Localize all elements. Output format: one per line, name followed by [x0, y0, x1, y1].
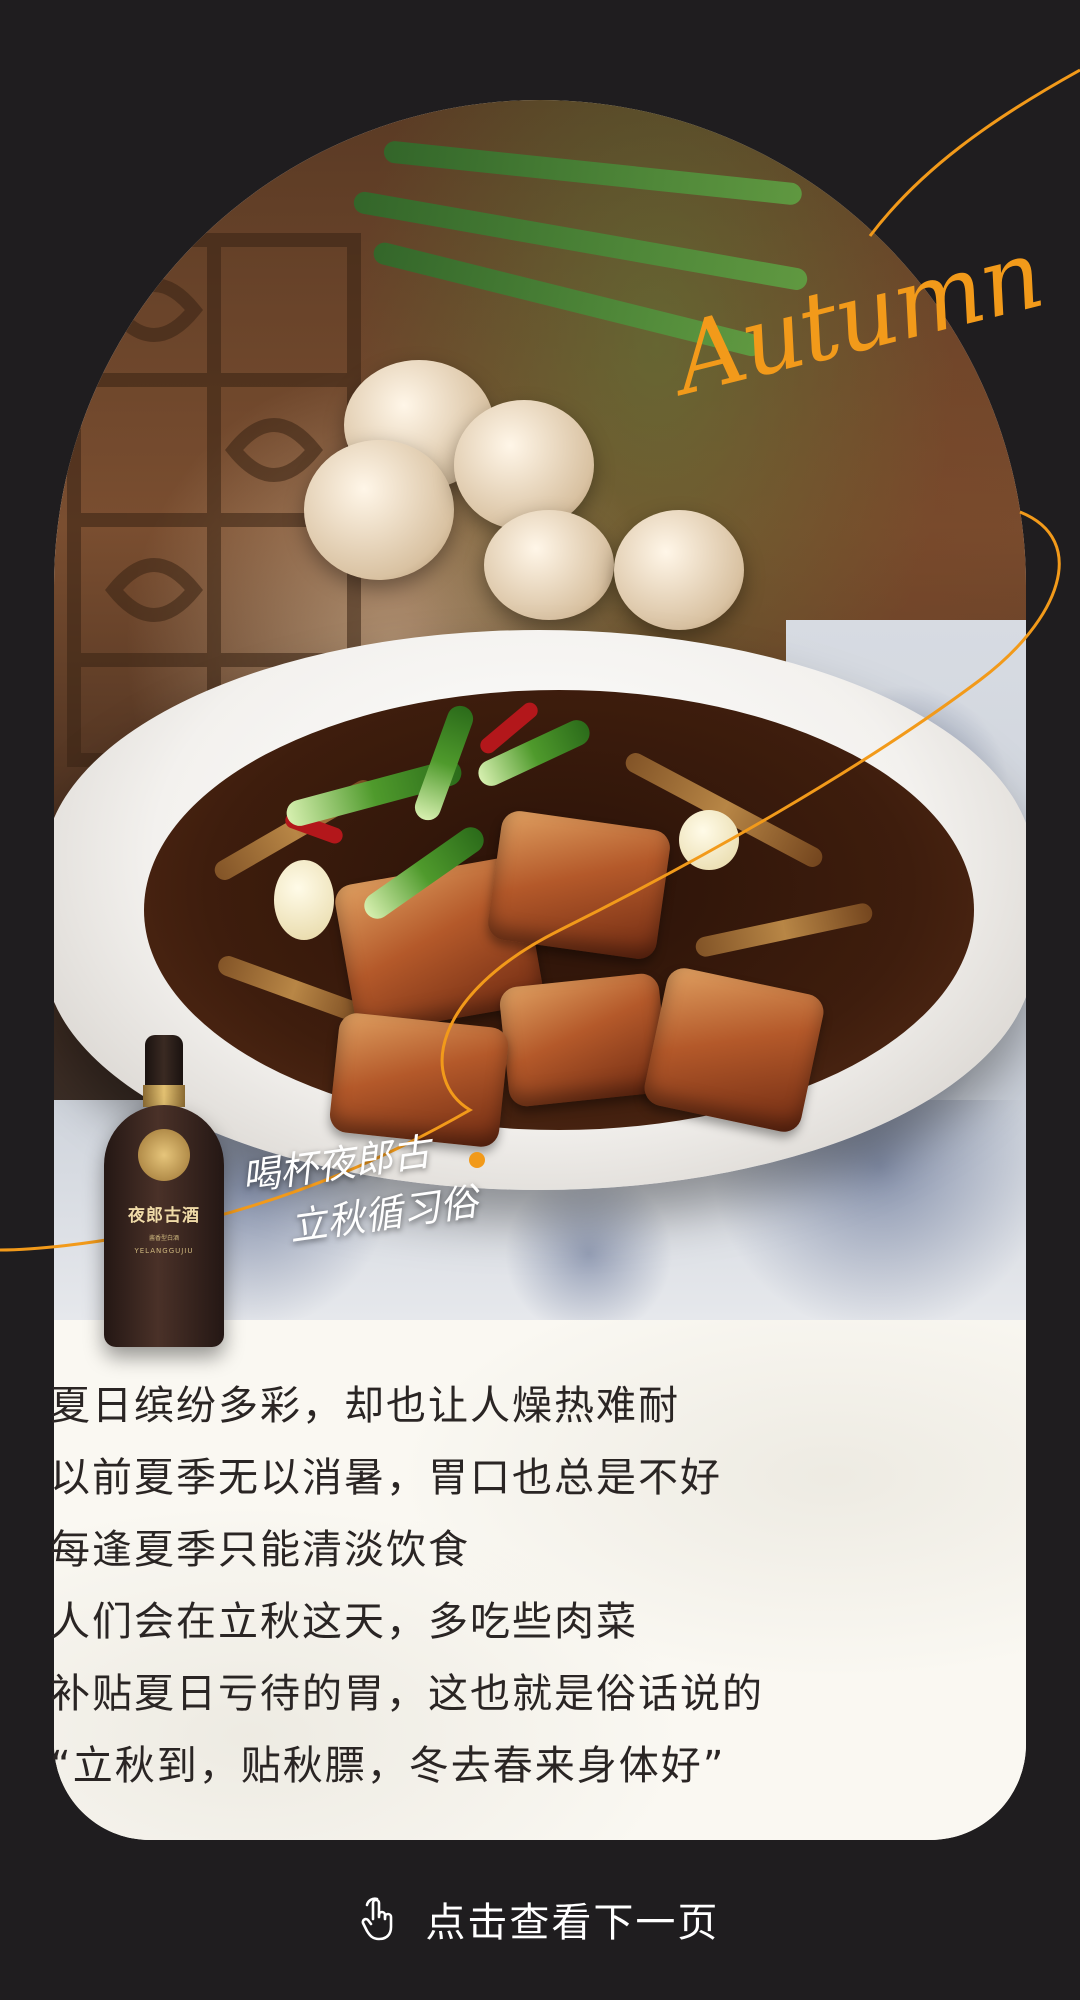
mushroom: [484, 510, 614, 620]
bottle-brand: 夜郎古酒: [128, 1206, 200, 1226]
tap-hand-icon: [361, 1897, 392, 1941]
body-line: 补贴夏日亏待的胃，这也就是俗话说的: [50, 1671, 764, 1717]
mushroom: [454, 400, 594, 530]
bottle-band: [143, 1085, 185, 1107]
bottle-label-sub: YELANGGUJIU: [134, 1247, 194, 1255]
body-line: 以前夏季无以消暑，胃口也总是不好: [50, 1455, 722, 1501]
pork-chunk: [485, 808, 673, 962]
bottle-medal-icon: [138, 1129, 190, 1181]
scallion-leaf: [352, 190, 809, 292]
garlic-clove: [274, 860, 334, 940]
scallion-leaf: [382, 140, 803, 206]
garlic-clove: [679, 810, 739, 870]
body-line: 人们会在立秋这天，多吃些肉菜: [50, 1599, 638, 1645]
body-text: 夏日缤纷多彩，却也让人燥热难耐 以前夏季无以消暑，胃口也总是不好 每逢夏季只能清…: [50, 1370, 764, 1802]
next-page-button[interactable]: 点击查看下一页: [0, 1890, 1080, 1948]
liquor-bottle: 夜郎古酒 酱香型白酒 YELANGGUJIU: [104, 1035, 224, 1347]
mushroom: [614, 510, 744, 630]
mushroom: [304, 440, 454, 580]
body-line: 夏日缤纷多彩，却也让人燥热难耐: [50, 1383, 680, 1429]
next-page-label: 点击查看下一页: [425, 1900, 720, 1946]
body-line: “立秋到，贴秋膘，冬去春来身体好”: [50, 1743, 726, 1789]
bottle-label-small: 酱香型白酒: [148, 1235, 179, 1242]
body-line: 每逢夏季只能清淡饮食: [50, 1527, 470, 1573]
